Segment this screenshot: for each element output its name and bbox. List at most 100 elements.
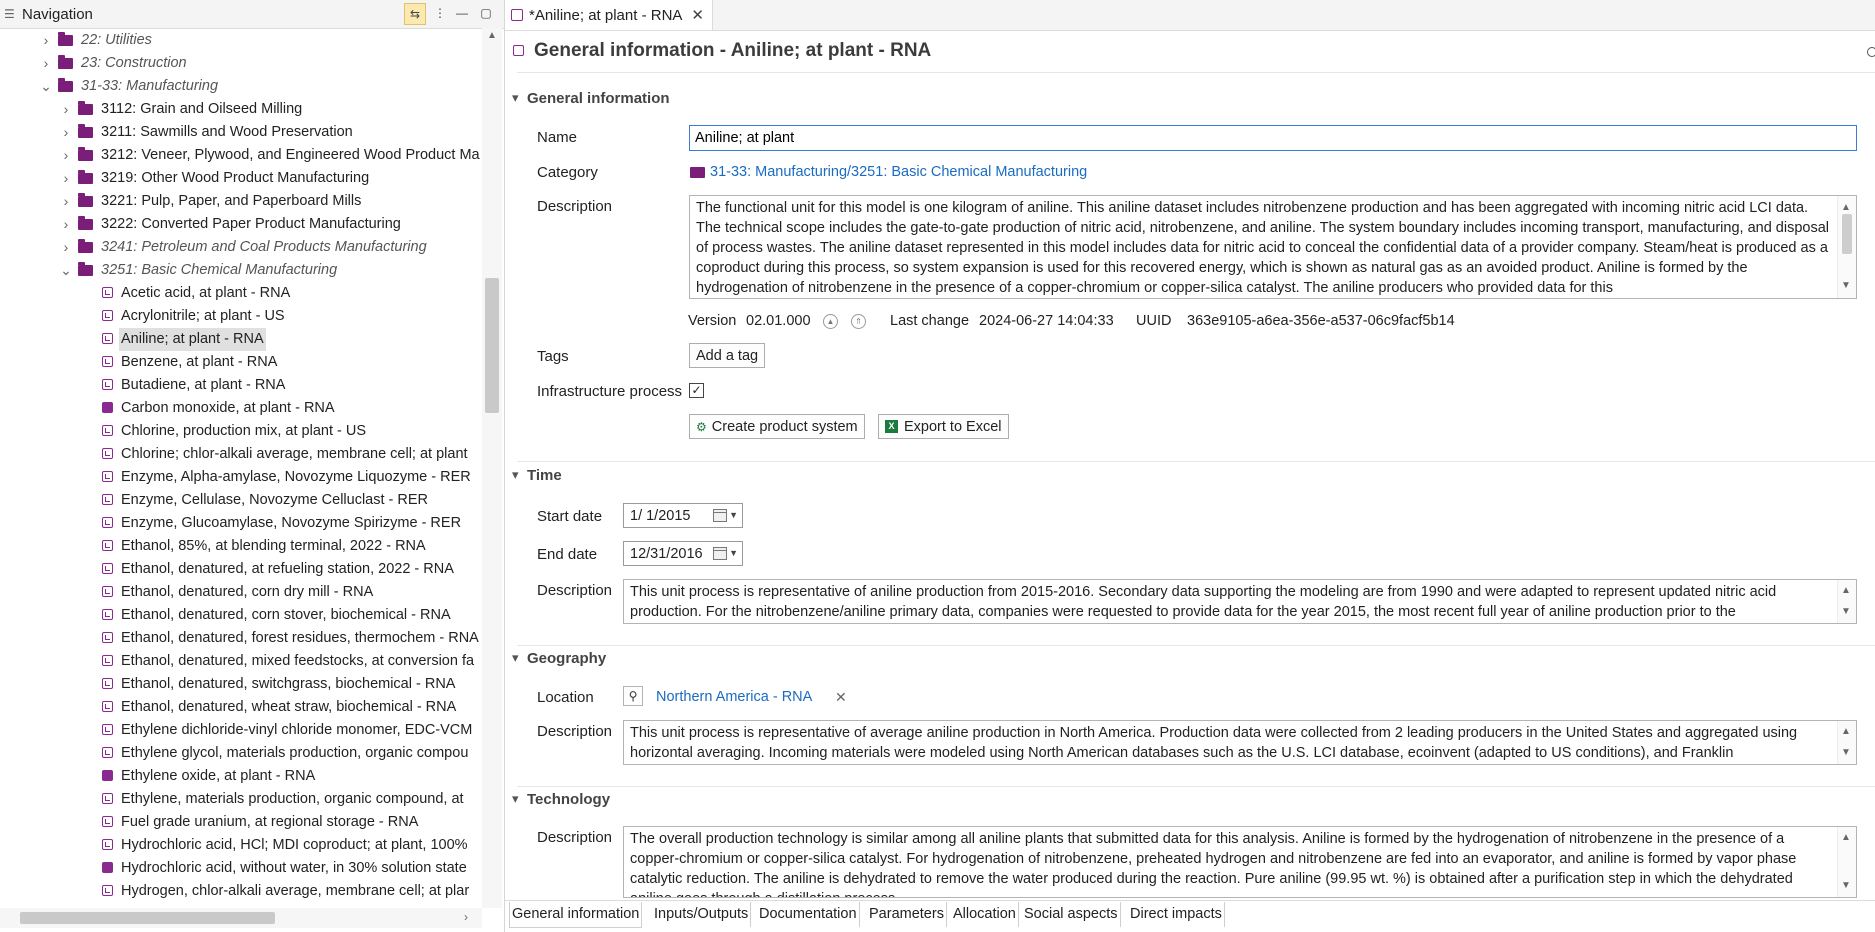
infrastructure-process-checkbox[interactable]: ✓ [689, 383, 704, 398]
tree-folder-item[interactable]: › 3222: Converted Paper Product Manufactu… [0, 213, 482, 236]
horizontal-scroll-thumb[interactable] [20, 912, 275, 924]
tree-process-item[interactable]: Chlorine; chlor-alkali average, membrane… [0, 443, 482, 466]
tree-folder-item[interactable]: › 23: Construction [0, 52, 482, 75]
technology-description-textarea[interactable]: The overall production technology is sim… [623, 826, 1857, 898]
scroll-up-icon[interactable]: ▲ [1841, 828, 1851, 848]
tab-documentation[interactable]: Documentation [757, 902, 860, 927]
chevron-right-icon[interactable]: › [59, 167, 73, 190]
category-link[interactable]: 31-33: Manufacturing/3251: Basic Chemica… [710, 164, 1087, 180]
scroll-thumb[interactable] [1842, 214, 1852, 254]
tree-process-item[interactable]: Ethanol, denatured, at refueling station… [0, 558, 482, 581]
scroll-down-icon[interactable]: ▼ [1841, 276, 1851, 296]
tree-process-item[interactable]: Benzene, at plant - RNA [0, 351, 482, 374]
tree-process-item[interactable]: Butadiene, at plant - RNA [0, 374, 482, 397]
scroll-down-icon[interactable]: ▼ [1841, 743, 1851, 763]
tree-process-item[interactable]: Ethanol, denatured, corn dry mill - RNA [0, 581, 482, 604]
section-geography[interactable]: Geography [512, 650, 606, 667]
calendar-icon[interactable] [713, 509, 727, 522]
tree-folder-item[interactable]: › 22: Utilities [0, 29, 482, 52]
minimize-icon[interactable]: — [452, 3, 472, 23]
tree-process-item[interactable]: Enzyme, Glucoamylase, Novozyme Spirizyme… [0, 512, 482, 535]
tree-process-item[interactable]: Carbon monoxide, at plant - RNA [0, 397, 482, 420]
navigation-vertical-scrollbar[interactable]: ▲ [482, 28, 502, 908]
location-link[interactable]: Northern America - RNA [656, 689, 812, 705]
chevron-right-icon[interactable]: › [39, 29, 53, 52]
scroll-down-icon[interactable]: ▼ [1841, 602, 1851, 622]
tree-process-item[interactable]: Ethylene oxide, at plant - RNA [0, 765, 482, 788]
description-scrollbar[interactable]: ▲ ▼ [1837, 196, 1856, 298]
editor-tab-aniline[interactable]: *Aniline; at plant - RNA ✕ [505, 0, 713, 30]
start-date-picker[interactable]: 1/ 1/2015 ▼ [623, 503, 743, 528]
chevron-right-icon[interactable]: › [59, 144, 73, 167]
tree-folder-item[interactable]: ⌄ 31-33: Manufacturing [0, 75, 482, 98]
tree-process-item[interactable]: Ethanol, denatured, corn stover, biochem… [0, 604, 482, 627]
scroll-up-icon[interactable]: ▲ [487, 30, 497, 41]
chevron-right-icon[interactable]: › [39, 52, 53, 75]
add-tag-button[interactable]: Add a tag [689, 343, 766, 368]
maximize-icon[interactable]: ▢ [476, 3, 496, 23]
version-up-icon[interactable]: ▲ [823, 314, 838, 329]
tree-process-item[interactable]: Ethanol, 85%, at blending terminal, 2022… [0, 535, 482, 558]
geography-description-textarea[interactable]: This unit process is representative of a… [623, 720, 1857, 765]
tree-process-item[interactable]: Acetic acid, at plant - RNA [0, 282, 482, 305]
chevron-right-icon[interactable]: › [59, 121, 73, 144]
tab-direct-impacts[interactable]: Direct impacts [1128, 902, 1225, 927]
tree-process-item[interactable]: Ethylene, materials production, organic … [0, 788, 482, 811]
section-time[interactable]: Time [512, 467, 562, 484]
tree-process-item[interactable]: Enzyme, Alpha-amylase, Novozyme Liquozym… [0, 466, 482, 489]
vertical-scroll-thumb[interactable] [485, 278, 499, 413]
tab-social-aspects[interactable]: Social aspects [1022, 902, 1121, 927]
tab-inputs-outputs[interactable]: Inputs/Outputs [652, 902, 752, 927]
tree-folder-item[interactable]: › 3241: Petroleum and Coal Products Manuf… [0, 236, 482, 259]
scroll-down-icon[interactable]: ▼ [1841, 876, 1851, 896]
chevron-right-icon[interactable]: › [59, 213, 73, 236]
tree-process-item[interactable]: Enzyme, Cellulase, Novozyme Celluclast -… [0, 489, 482, 512]
geography-description-scrollbar[interactable]: ▲ ▼ [1837, 721, 1856, 764]
time-description-scrollbar[interactable]: ▲ ▼ [1837, 580, 1856, 623]
tree-process-item[interactable]: Ethylene glycol, materials production, o… [0, 742, 482, 765]
remove-location-icon[interactable]: ✕ [835, 689, 847, 706]
scroll-up-icon[interactable]: ▲ [1841, 581, 1851, 601]
close-tab-icon[interactable]: ✕ [691, 6, 704, 24]
scroll-up-icon[interactable]: ▲ [1841, 722, 1851, 742]
tree-process-item[interactable]: Fuel grade uranium, at regional storage … [0, 811, 482, 834]
chevron-down-icon[interactable]: ⌄ [39, 75, 53, 98]
link-with-editor-icon[interactable]: ⇆ [404, 3, 426, 25]
tree-process-item[interactable]: Ethanol, denatured, mixed feedstocks, at… [0, 650, 482, 673]
end-date-picker[interactable]: 12/31/2016 ▼ [623, 541, 743, 566]
chevron-right-icon[interactable]: › [59, 236, 73, 259]
dropdown-arrow-icon[interactable]: ▼ [729, 510, 738, 520]
calendar-icon[interactable] [713, 547, 727, 560]
tab-parameters[interactable]: Parameters [867, 902, 947, 927]
technology-description-scrollbar[interactable]: ▲ ▼ [1837, 827, 1856, 897]
version-major-up-icon[interactable]: ⇑ [851, 314, 866, 329]
tree-folder-item[interactable]: › 3112: Grain and Oilseed Milling [0, 98, 482, 121]
time-description-textarea[interactable]: This unit process is representative of a… [623, 579, 1857, 624]
section-technology[interactable]: Technology [512, 791, 610, 808]
tree-process-item[interactable]: Acrylonitrile; at plant - US [0, 305, 482, 328]
location-pin-icon[interactable]: ⚲ [623, 686, 643, 706]
tree-process-item[interactable]: Ethanol, denatured, forest residues, the… [0, 627, 482, 650]
section-general-information[interactable]: General information [512, 90, 669, 107]
tree-process-item[interactable]: Ethanol, denatured, switchgrass, biochem… [0, 673, 482, 696]
tree-process-item[interactable]: Ethylene dichloride-vinyl chloride monom… [0, 719, 482, 742]
dropdown-arrow-icon[interactable]: ▼ [729, 548, 738, 558]
tree-folder-item[interactable]: › 3212: Veneer, Plywood, and Engineered W… [0, 144, 482, 167]
refresh-icon[interactable] [1867, 47, 1875, 57]
tree-process-item[interactable]: Chlorine, production mix, at plant - US [0, 420, 482, 443]
tab-allocation[interactable]: Allocation [951, 902, 1019, 927]
tree-process-item[interactable]: Hydrochloric acid, HCl; MDI coproduct; a… [0, 834, 482, 857]
tree-process-item[interactable]: Ethanol, denatured, wheat straw, biochem… [0, 696, 482, 719]
navigation-horizontal-scrollbar[interactable]: › [0, 908, 482, 928]
chevron-right-icon[interactable]: › [59, 190, 73, 213]
name-field[interactable] [689, 125, 1857, 151]
tab-general-information[interactable]: General information [509, 902, 643, 928]
export-to-excel-button[interactable]: X Export to Excel [878, 414, 1009, 439]
create-product-system-button[interactable]: ⚙ Create product system [689, 414, 865, 439]
scroll-right-icon[interactable]: › [464, 910, 468, 924]
tree-process-item[interactable]: Aniline; at plant - RNA [0, 328, 482, 351]
tree-folder-item[interactable]: › 3211: Sawmills and Wood Preservation [0, 121, 482, 144]
tree-folder-item[interactable]: › 3219: Other Wood Product Manufacturing [0, 167, 482, 190]
description-textarea[interactable]: The functional unit for this model is on… [689, 195, 1857, 299]
chevron-down-icon[interactable]: ⌄ [59, 259, 73, 282]
